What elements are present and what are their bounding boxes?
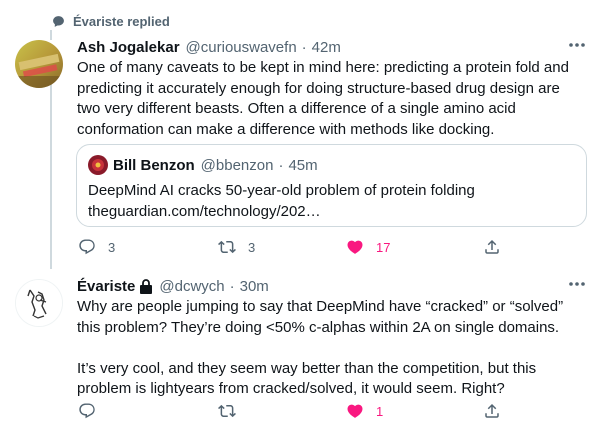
- tweet-text: One of many caveats to be kept in mind h…: [77, 58, 569, 140]
- tweet-text-line: Why are people jumping to say that DeepM…: [77, 298, 564, 315]
- separator-dot: ·: [229, 277, 235, 295]
- reply-icon: [79, 239, 95, 255]
- like-button[interactable]: 1: [346, 402, 383, 420]
- like-count: 17: [376, 239, 391, 255]
- separator-dot: ·: [301, 38, 307, 56]
- thread-connector: [50, 84, 52, 269]
- quote-timestamp: 45m: [288, 156, 318, 174]
- avatar[interactable]: [15, 40, 63, 88]
- author-handle[interactable]: @curiouswavefn: [186, 39, 297, 56]
- quote-text-line: DeepMind AI cracks 50-year-old problem o…: [88, 182, 475, 199]
- social-context-text: Évariste replied: [73, 13, 170, 29]
- social-context: Évariste replied: [52, 12, 170, 30]
- comment-icon: [53, 15, 64, 27]
- author-handle[interactable]: @dcwych: [159, 278, 224, 295]
- tweet-text-line: predicting it accurately enough for doin…: [77, 79, 560, 97]
- tweet-text-line: this problem? They’re doing <50% c-alpha…: [77, 318, 560, 336]
- tweet-text-line: One of many caveats to be kept in mind h…: [77, 59, 569, 76]
- share-button[interactable]: [483, 238, 501, 256]
- reply-count: 3: [108, 239, 116, 255]
- lock-icon: [140, 278, 153, 294]
- tweet-timestamp[interactable]: 30m: [240, 278, 269, 295]
- tweet-text: Why are people jumping to say that DeepM…: [77, 297, 563, 400]
- like-count: 1: [376, 403, 384, 419]
- reply-icon: [79, 403, 95, 419]
- more-icon[interactable]: [568, 281, 586, 287]
- quote-header: Bill Benzon @bbenzon · 45m: [113, 155, 318, 175]
- tweet-text-spacer: [77, 338, 563, 359]
- quote-avatar: [88, 155, 108, 175]
- heart-icon: [347, 404, 363, 418]
- quote-author-handle: @bbenzon: [200, 156, 274, 174]
- retweet-button[interactable]: 3: [218, 238, 255, 256]
- separator-dot: ·: [278, 156, 284, 174]
- reply-button[interactable]: 3: [78, 238, 115, 256]
- quote-link-text[interactable]: theguardian.com/technology/202…: [88, 201, 321, 222]
- author-name[interactable]: Évariste: [77, 278, 135, 295]
- retweet-button[interactable]: [218, 402, 236, 420]
- avatar-image: [15, 40, 63, 88]
- quoted-tweet-card[interactable]: Bill Benzon @bbenzon · 45m DeepMind AI c…: [76, 144, 587, 227]
- author-name[interactable]: Ash Jogalekar: [77, 39, 180, 56]
- tweet-timestamp[interactable]: 42m: [312, 39, 341, 56]
- tweet-text-line: problem is lightyears from cracked/solve…: [77, 380, 505, 398]
- quote-avatar-image: [88, 155, 108, 175]
- heart-icon: [347, 240, 363, 254]
- tweet-header: Ash Jogalekar @curiouswavefn · 42m: [77, 37, 341, 57]
- avatar-image: [16, 280, 62, 326]
- thread-connector: [50, 30, 52, 40]
- retweet-icon: [218, 404, 236, 418]
- tweet-header: Évariste @dcwych · 30m: [77, 276, 269, 296]
- retweet-count: 3: [248, 239, 256, 255]
- more-icon[interactable]: [568, 42, 586, 48]
- share-icon: [485, 239, 499, 254]
- reply-button[interactable]: [78, 402, 96, 420]
- tweet-text-line: It’s very cool, and they seem way better…: [77, 359, 537, 377]
- retweet-icon: [218, 240, 236, 254]
- avatar[interactable]: [15, 279, 63, 327]
- tweet-text-line: conformation can make a difference with …: [77, 120, 495, 138]
- share-icon: [485, 403, 499, 418]
- tweet-text-line: two very different beasts. Often a diffe…: [77, 100, 516, 118]
- like-button[interactable]: 17: [346, 238, 390, 256]
- quote-author-name: Bill Benzon: [113, 156, 195, 174]
- share-button[interactable]: [483, 402, 501, 420]
